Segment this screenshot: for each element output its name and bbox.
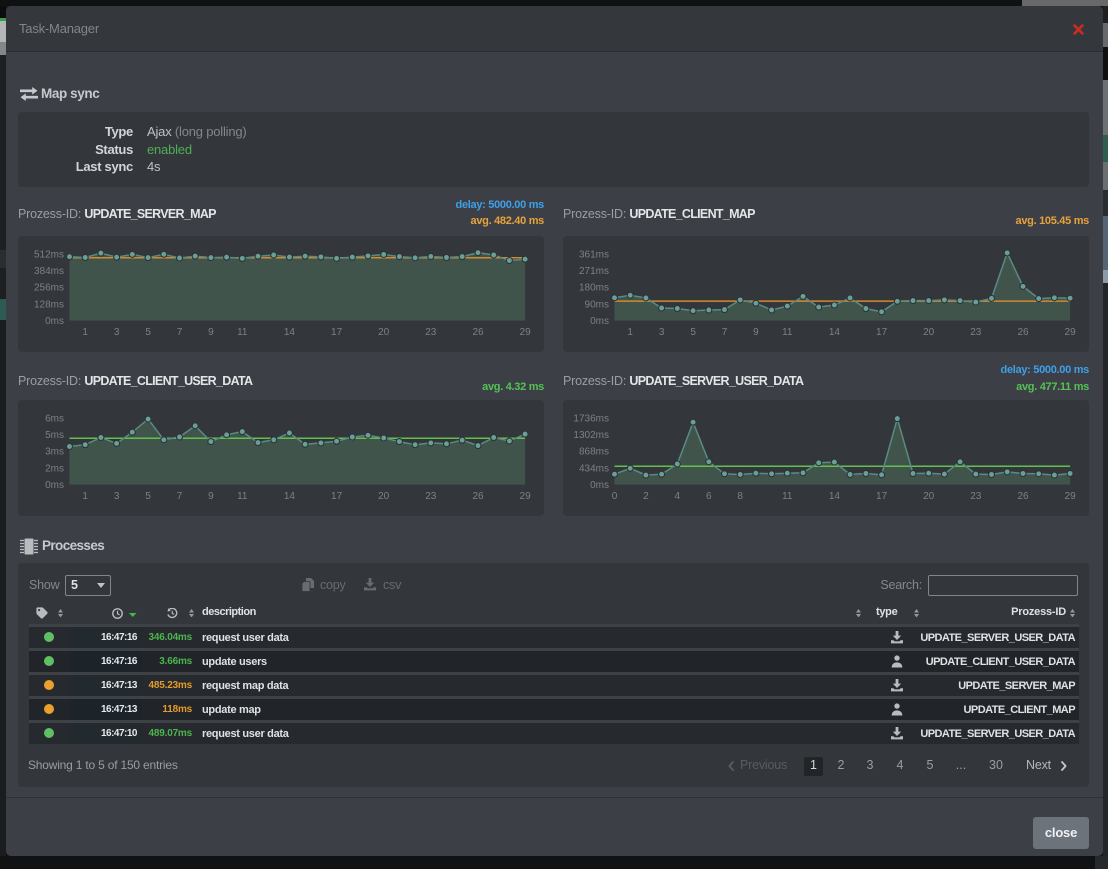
svg-text:0ms: 0ms: [590, 480, 609, 491]
svg-text:361ms: 361ms: [579, 249, 609, 260]
svg-text:180ms: 180ms: [579, 283, 609, 294]
svg-text:5ms: 5ms: [45, 430, 64, 441]
svg-text:2: 2: [643, 491, 649, 502]
svg-text:3ms: 3ms: [45, 447, 64, 458]
svg-text:23: 23: [425, 327, 437, 338]
svg-text:11: 11: [782, 491, 793, 502]
svg-text:9: 9: [208, 327, 214, 338]
svg-text:5: 5: [690, 327, 696, 338]
svg-text:0ms: 0ms: [45, 480, 64, 491]
svg-text:4: 4: [675, 491, 681, 502]
svg-text:434ms: 434ms: [579, 463, 609, 474]
svg-text:868ms: 868ms: [579, 447, 609, 458]
svg-text:20: 20: [378, 327, 390, 338]
svg-text:256ms: 256ms: [34, 283, 64, 294]
svg-text:17: 17: [876, 327, 888, 338]
svg-text:9: 9: [753, 327, 759, 338]
svg-text:6: 6: [706, 491, 712, 502]
svg-text:1736ms: 1736ms: [573, 413, 609, 424]
svg-text:128ms: 128ms: [34, 299, 64, 310]
svg-text:23: 23: [970, 491, 982, 502]
svg-text:26: 26: [1017, 327, 1029, 338]
svg-text:7: 7: [722, 327, 728, 338]
svg-text:20: 20: [923, 491, 935, 502]
svg-text:26: 26: [472, 327, 484, 338]
svg-text:29: 29: [520, 491, 532, 502]
svg-text:20: 20: [923, 327, 935, 338]
svg-text:14: 14: [829, 327, 841, 338]
svg-text:1: 1: [82, 327, 88, 338]
svg-text:3: 3: [114, 327, 120, 338]
svg-text:11: 11: [237, 327, 248, 338]
svg-text:14: 14: [284, 491, 296, 502]
svg-text:6ms: 6ms: [45, 413, 64, 424]
svg-text:20: 20: [378, 491, 390, 502]
svg-text:11: 11: [237, 491, 248, 502]
svg-text:0ms: 0ms: [590, 316, 609, 327]
svg-text:11: 11: [782, 327, 793, 338]
svg-text:271ms: 271ms: [579, 266, 609, 277]
svg-text:7: 7: [177, 327, 183, 338]
svg-text:26: 26: [1017, 491, 1029, 502]
svg-text:17: 17: [331, 491, 343, 502]
svg-text:90ms: 90ms: [585, 299, 609, 310]
svg-text:29: 29: [520, 327, 532, 338]
svg-text:17: 17: [331, 327, 343, 338]
svg-text:14: 14: [284, 327, 296, 338]
svg-text:14: 14: [829, 491, 841, 502]
svg-text:1: 1: [82, 491, 88, 502]
svg-text:3: 3: [659, 327, 665, 338]
svg-text:29: 29: [1065, 327, 1077, 338]
svg-text:0: 0: [612, 491, 618, 502]
svg-text:8: 8: [737, 491, 743, 502]
svg-text:0ms: 0ms: [45, 316, 64, 327]
svg-text:7: 7: [177, 491, 183, 502]
svg-text:5: 5: [145, 327, 151, 338]
svg-text:2ms: 2ms: [45, 463, 64, 474]
svg-text:512ms: 512ms: [34, 249, 64, 260]
svg-text:384ms: 384ms: [34, 266, 64, 277]
svg-text:3: 3: [114, 491, 120, 502]
svg-text:23: 23: [970, 327, 982, 338]
svg-text:29: 29: [1065, 491, 1077, 502]
svg-text:17: 17: [876, 491, 888, 502]
svg-text:9: 9: [208, 491, 214, 502]
svg-text:5: 5: [145, 491, 151, 502]
svg-text:1302ms: 1302ms: [573, 430, 609, 441]
svg-text:1: 1: [627, 327, 633, 338]
svg-text:23: 23: [425, 491, 437, 502]
svg-text:26: 26: [472, 491, 484, 502]
